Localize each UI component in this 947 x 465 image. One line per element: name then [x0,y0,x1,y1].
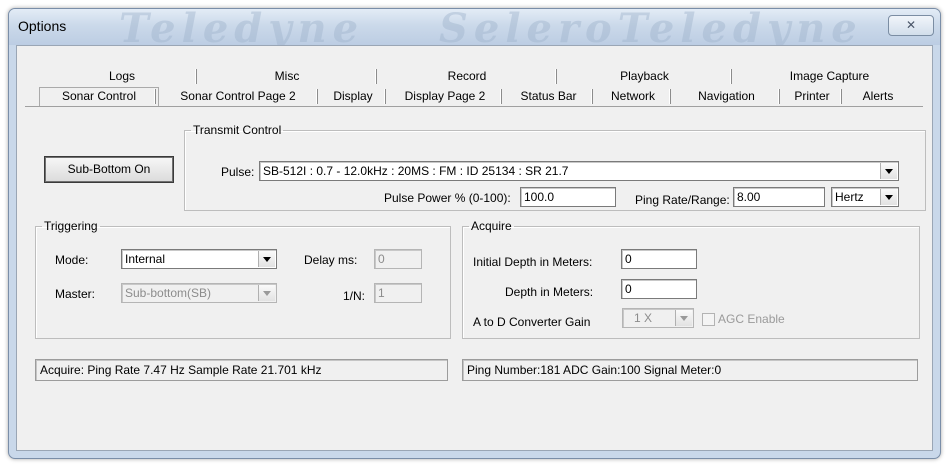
tab-row-lower: Sonar Control Sonar Control Page 2 Display… [17,87,932,107]
triggering-group: Triggering [35,219,451,339]
tab-image-capture[interactable]: Image Capture [732,68,927,86]
sub-bottom-on-button[interactable]: Sub-Bottom On [44,156,174,183]
dialog-client: Logs Misc Record Playback Image Capture Sona… [16,45,933,451]
pulse-value: SB-512I : 0.7 - 12.0kHz : 20MS : FM : ID… [263,164,569,178]
adc-gain-label: A to D Converter Gain [473,315,591,329]
mode-label: Mode: [55,253,89,267]
window-title: Options [18,18,67,34]
options-window: Teledyne SeleroTeledyne Options ✕ Logs Mi… [8,8,941,459]
tab-sonar-control[interactable]: Sonar Control [39,87,159,107]
master-value: Sub-bottom(SB) [125,286,212,300]
chevron-down-icon[interactable] [675,310,692,326]
depth-input[interactable]: 0 [621,279,697,299]
agc-enable-label: AGC Enable [718,312,785,326]
tab-alerts[interactable]: Alerts [843,88,913,106]
tab-display-page-2[interactable]: Display Page 2 [387,88,503,106]
acquire-legend: Acquire [471,219,512,233]
n-input[interactable]: 1 [374,283,422,303]
ping-status: Ping Number:181 ADC Gain:100 Signal Mete… [462,359,918,381]
n-label: 1/N: [343,289,366,303]
tab-separator [384,88,386,106]
acquire-status: Acquire: Ping Rate 7.47 Hz Sample Rate 2… [35,359,448,381]
pulse-select[interactable]: SB-512I : 0.7 - 12.0kHz : 20MS : FM : ID… [259,161,899,181]
tab-sonar-control-page-2[interactable]: Sonar Control Page 2 [157,88,319,106]
sub-bottom-on-label: Sub-Bottom On [67,162,151,176]
delay-label: Delay ms: [304,253,358,267]
chevron-down-icon[interactable] [880,189,897,205]
pulse-power-input[interactable]: 100.0 [520,187,616,207]
ping-rate-label: Ping Rate/Range: [635,193,730,207]
tab-panel-sonar-control: Sub-Bottom On Transmit Control Pulse: SB… [25,106,926,445]
initial-depth-input[interactable]: 0 [621,249,697,269]
transmit-control-legend: Transmit Control [193,123,282,137]
mode-select[interactable]: Internal [121,249,277,269]
tab-logs[interactable]: Logs [47,68,197,86]
agc-enable-checkbox[interactable] [702,313,715,326]
tab-record[interactable]: Record [377,68,557,86]
pulse-label: Pulse: [221,165,255,179]
chevron-down-icon[interactable] [258,251,275,267]
ping-rate-unit-value: Hertz [835,190,864,204]
adc-gain-value: 1 X [634,311,653,325]
tab-separator [840,88,842,106]
tab-printer[interactable]: Printer [781,88,843,106]
mode-value: Internal [125,252,166,266]
master-label: Master: [55,287,96,301]
delay-input[interactable]: 0 [374,249,422,269]
tab-network[interactable]: Network [594,88,672,106]
depth-label: Depth in Meters: [505,285,594,299]
initial-depth-label: Initial Depth in Meters: [473,255,593,269]
chevron-down-icon[interactable] [258,285,275,301]
adc-gain-select[interactable]: 1 X [622,308,694,328]
tab-separator [778,88,780,106]
tab-display[interactable]: Display [319,88,387,106]
tab-separator [316,88,318,106]
ping-rate-input[interactable]: 8.00 [733,187,825,207]
tab-separator [500,88,502,106]
tab-separator [154,88,156,106]
pulse-power-label: Pulse Power % (0-100): [384,191,511,205]
tab-separator [669,88,671,106]
tab-playback[interactable]: Playback [557,68,732,86]
close-button[interactable]: ✕ [888,15,934,36]
master-select[interactable]: Sub-bottom(SB) [121,283,277,303]
ping-rate-unit-select[interactable]: Hertz [831,187,899,207]
chevron-down-icon[interactable] [880,163,897,179]
close-icon: ✕ [905,18,917,32]
title-bar[interactable]: Teledyne SeleroTeledyne Options ✕ [9,9,940,52]
tab-status-bar[interactable]: Status Bar [503,88,594,106]
tab-misc[interactable]: Misc [197,68,377,86]
triggering-legend: Triggering [44,219,98,233]
tab-row-upper: Logs Misc Record Playback Image Capture [17,68,932,86]
tab-separator [591,88,593,106]
tab-navigation[interactable]: Navigation [672,88,781,106]
